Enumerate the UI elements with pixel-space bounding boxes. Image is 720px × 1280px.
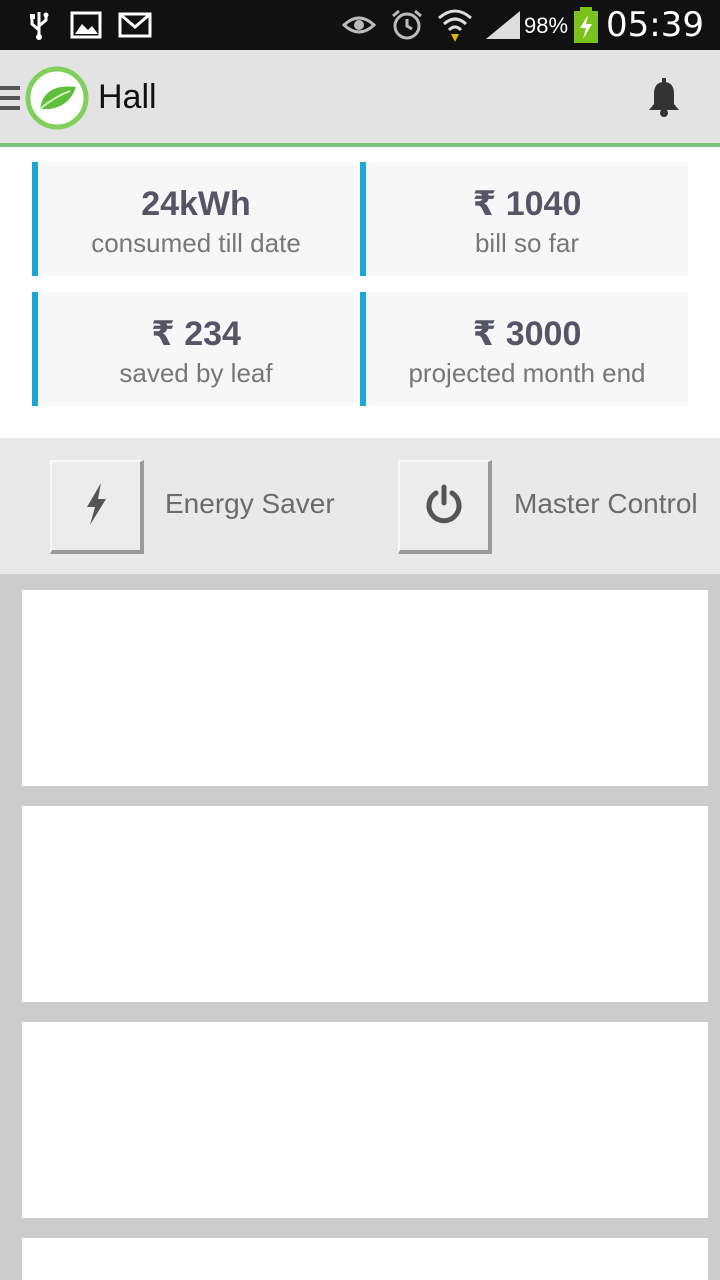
master-control-label[interactable]: Master Control — [514, 488, 698, 520]
stat-label: consumed till date — [91, 228, 301, 258]
stat-card-bill: ₹ 1040 bill so far — [360, 162, 688, 276]
battery-charging-icon — [572, 0, 600, 50]
control-strip: Energy Saver Master Control — [0, 438, 720, 574]
master-control-button[interactable] — [398, 460, 492, 554]
list-item[interactable] — [22, 806, 708, 1002]
eye-icon — [342, 0, 376, 50]
stat-value: ₹ 234 — [151, 315, 241, 353]
device-list — [0, 574, 720, 1280]
menu-icon[interactable] — [0, 86, 20, 114]
stat-value: ₹ 3000 — [472, 315, 582, 353]
alarm-icon — [390, 0, 424, 50]
battery-percentage: 98% — [524, 13, 569, 38]
stat-card-saved: ₹ 234 saved by leaf — [32, 292, 354, 406]
wifi-icon — [436, 0, 474, 50]
usb-icon — [28, 0, 50, 50]
rupee-icon: ₹ — [472, 185, 497, 223]
leaf-logo[interactable] — [24, 65, 90, 131]
stat-label: bill so far — [474, 228, 580, 258]
energy-saver-label[interactable]: Energy Saver — [165, 488, 335, 520]
lightning-icon — [81, 481, 111, 532]
clock: 05:39 — [606, 5, 704, 45]
power-icon — [423, 483, 465, 530]
stat-label: projected month end — [408, 358, 646, 388]
stat-label: saved by leaf — [119, 358, 273, 388]
stat-value: ₹ 1040 — [472, 185, 582, 223]
list-item[interactable] — [22, 1238, 708, 1280]
list-item[interactable] — [22, 1022, 708, 1218]
rupee-icon: ₹ — [151, 315, 175, 353]
stat-card-consumed: 24kWh consumed till date — [32, 162, 354, 276]
list-item[interactable] — [22, 590, 708, 786]
gmail-icon — [118, 0, 152, 50]
energy-saver-button[interactable] — [50, 460, 144, 554]
bell-icon[interactable] — [646, 78, 682, 118]
stat-card-projected: ₹ 3000 projected month end — [360, 292, 688, 406]
rupee-icon: ₹ — [472, 315, 497, 353]
status-bar: 98% 05:39 — [0, 0, 720, 50]
signal-icon — [484, 0, 522, 50]
page-title: Hall — [98, 78, 157, 116]
image-icon — [70, 0, 102, 50]
stat-value: 24kWh — [141, 185, 251, 223]
app-bar: Hall — [0, 50, 720, 147]
